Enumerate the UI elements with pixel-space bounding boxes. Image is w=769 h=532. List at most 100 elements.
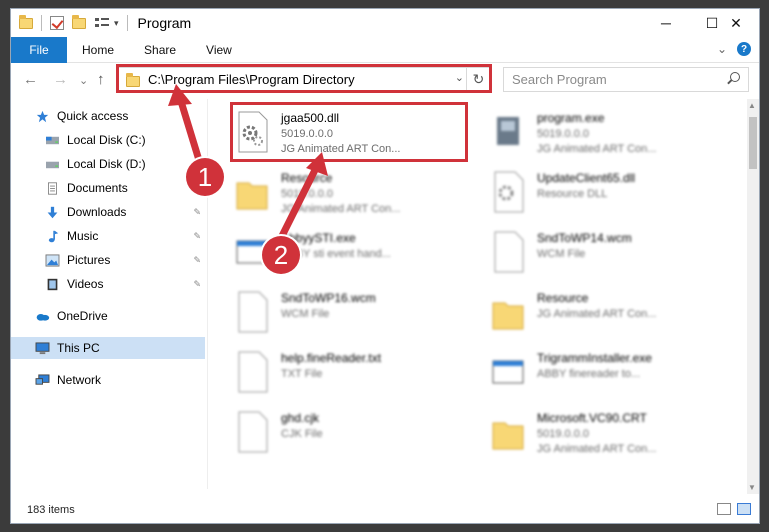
- dll-gear-icon: [494, 171, 524, 213]
- sidebar-item-label: Pictures: [67, 253, 111, 267]
- file-name: program.exe: [537, 111, 605, 125]
- file-name: SndToWP14.wcm: [537, 231, 632, 245]
- file-item-resource-folder-2[interactable]: Resource JG Animated ART Con...: [487, 285, 719, 339]
- scroll-up-icon[interactable]: ▲: [748, 101, 756, 110]
- new-folder-icon[interactable]: [72, 14, 86, 29]
- file-version: 5019.0.0.0: [537, 428, 589, 440]
- file-item-sndtowp14-wcm[interactable]: SndToWP14.wcm WCM File: [487, 225, 719, 279]
- sidebar-item-onedrive[interactable]: OneDrive: [35, 305, 108, 327]
- sidebar-item-this-pc[interactable]: This PC: [11, 337, 205, 359]
- sidebar-item-label: This PC: [57, 341, 100, 355]
- file-description: ABBY finereader to...: [537, 368, 641, 380]
- file-name: Resource: [281, 171, 333, 185]
- file-item-updateclient-dll[interactable]: UpdateClient65.dll Resource DLL: [487, 165, 719, 219]
- exe-icon: [497, 117, 519, 145]
- sidebar-item-local-disk-c[interactable]: Local Disk (C:): [45, 129, 146, 151]
- scroll-down-icon[interactable]: ▼: [748, 483, 756, 492]
- sidebar-item-downloads[interactable]: Downloads ✎: [45, 201, 205, 223]
- sidebar-item-label: Quick access: [57, 109, 129, 123]
- file-name: Resource: [537, 291, 589, 305]
- sidebar-item-documents[interactable]: Documents: [45, 177, 128, 199]
- star-icon: [36, 110, 49, 122]
- file-type: Resource DLL: [537, 188, 608, 200]
- address-bar-highlight: [116, 64, 492, 93]
- tab-file[interactable]: File: [11, 36, 67, 63]
- sidebar-item-videos[interactable]: Videos ✎: [45, 273, 205, 295]
- blank-file-icon: [238, 351, 268, 393]
- file-description: JG Animated ART Con...: [537, 308, 657, 320]
- sidebar-item-label: Local Disk (C:): [67, 133, 146, 147]
- pin-icon[interactable]: ✎: [193, 207, 201, 218]
- properties-icon[interactable]: [50, 16, 64, 30]
- recent-locations-button[interactable]: ⌄: [79, 74, 88, 87]
- file-description: JG Animated ART Con...: [537, 443, 657, 455]
- file-item-sndtowp16-wcm[interactable]: SndToWP16.wcm WCM File: [231, 285, 463, 339]
- vertical-scrollbar[interactable]: ▲ ▼: [747, 99, 759, 494]
- pin-icon[interactable]: ✎: [193, 255, 201, 266]
- status-bar: 183 items: [11, 497, 759, 523]
- title-bar: ▾ Program ─ ☐ ✕: [11, 9, 759, 37]
- up-button[interactable]: ↑: [97, 71, 105, 88]
- dll-file-highlight: [230, 102, 468, 162]
- sidebar-item-label: Videos: [67, 277, 104, 291]
- toolbar-separator: [41, 15, 42, 31]
- window-title: Program: [137, 15, 192, 31]
- chevron-down-icon[interactable]: ▾: [114, 18, 119, 29]
- file-item-microsoft-vc90-crt[interactable]: Microsoft.VC90.CRT 5019.0.0.0 JG Animate…: [487, 405, 719, 459]
- sidebar-item-label: Downloads: [67, 205, 127, 219]
- expand-ribbon-icon[interactable]: ⌄: [717, 42, 727, 56]
- file-item-program-exe[interactable]: program.exe 5019.0.0.0 JG Animated ART C…: [487, 105, 719, 159]
- help-icon[interactable]: ?: [737, 42, 751, 56]
- toolbar-separator: [126, 15, 128, 31]
- item-count: 183 items: [27, 504, 75, 516]
- scrollbar-thumb[interactable]: [749, 117, 757, 169]
- folder-icon[interactable]: [19, 14, 33, 29]
- tab-home[interactable]: Home: [67, 43, 129, 57]
- computer-icon: [35, 341, 50, 354]
- details-view-icon[interactable]: [717, 503, 731, 515]
- folder-icon: [236, 182, 268, 210]
- file-type: WCM File: [537, 248, 586, 260]
- close-button[interactable]: ✕: [713, 9, 759, 37]
- file-name: Microsoft.VC90.CRT: [537, 411, 647, 425]
- navigation-pane: Quick access Local Disk (C:) Local Disk …: [11, 99, 207, 494]
- sidebar-item-music[interactable]: Music ✎: [45, 225, 205, 247]
- file-name: help.fineReader.txt: [281, 351, 382, 365]
- pin-icon[interactable]: ✎: [193, 231, 201, 242]
- sidebar-item-pictures[interactable]: Pictures ✎: [45, 249, 205, 271]
- tab-view[interactable]: View: [191, 43, 247, 57]
- sidebar-item-label: Local Disk (D:): [67, 157, 146, 171]
- customize-toolbar-icon[interactable]: [94, 16, 110, 30]
- forward-button[interactable]: →: [53, 71, 68, 88]
- file-item-trigramminstaller-exe[interactable]: TrigrammInstaller.exe ABBY finereader to…: [487, 345, 719, 399]
- file-item-resource-folder[interactable]: Resource 5019.0.0.0 JG Animated ART Con.…: [231, 165, 463, 219]
- sidebar-item-label: Music: [67, 229, 99, 243]
- videos-icon: [47, 278, 58, 290]
- file-item-ghd-cjk[interactable]: ghd.cjk CJK File: [231, 405, 463, 459]
- app-window-icon: [492, 360, 524, 384]
- sidebar-item-network[interactable]: Network: [35, 369, 101, 391]
- tab-share[interactable]: Share: [129, 43, 191, 57]
- search-input[interactable]: Search Program: [503, 67, 749, 92]
- drive-icon: [46, 136, 59, 144]
- file-name: TrigrammInstaller.exe: [537, 351, 652, 365]
- file-version: 5019.0.0.0: [537, 128, 589, 140]
- sidebar-item-label: Documents: [67, 181, 128, 195]
- file-item-help-finereader-txt[interactable]: help.fineReader.txt TXT File: [231, 345, 463, 399]
- search-icon[interactable]: [730, 72, 740, 82]
- sidebar-item-quick-access[interactable]: Quick access: [35, 105, 128, 127]
- file-description: JG Animated ART Con...: [537, 143, 657, 155]
- back-button[interactable]: ←: [23, 71, 38, 88]
- sidebar-item-local-disk-d[interactable]: Local Disk (D:): [45, 153, 146, 175]
- file-type: WCM File: [281, 308, 330, 320]
- blank-file-icon: [494, 231, 524, 273]
- documents-icon: [48, 181, 57, 195]
- minimize-button[interactable]: ─: [643, 9, 689, 37]
- pin-icon[interactable]: ✎: [193, 279, 201, 290]
- large-icons-view-icon[interactable]: [737, 503, 751, 515]
- view-switcher: [717, 503, 751, 515]
- folder-icon: [492, 302, 524, 330]
- pictures-icon: [45, 253, 60, 267]
- file-name: SndToWP16.wcm: [281, 291, 376, 305]
- folder-icon: [492, 422, 524, 450]
